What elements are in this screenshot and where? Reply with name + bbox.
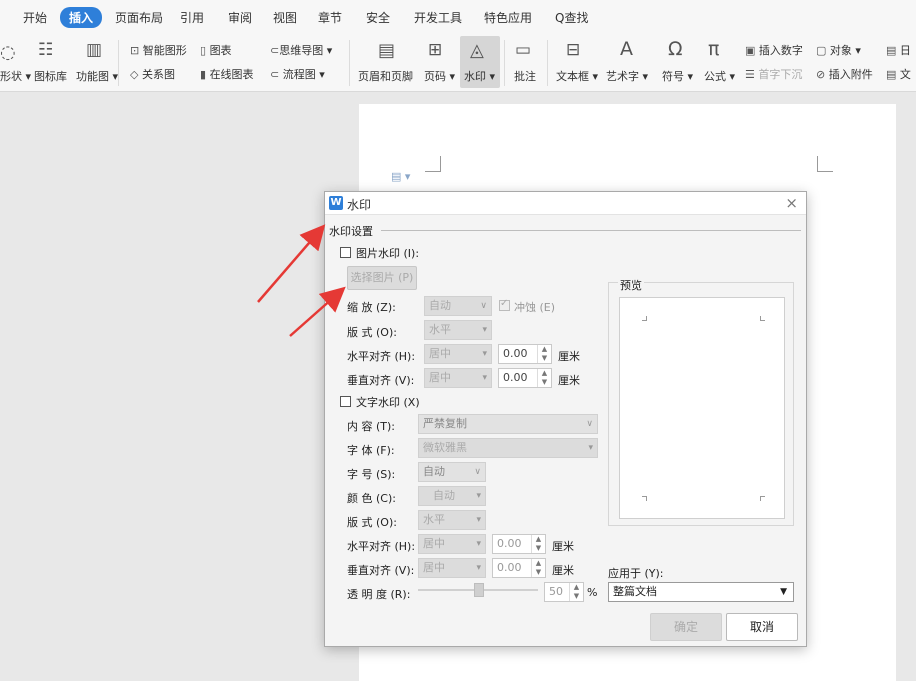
red-arrow xyxy=(257,224,326,303)
annotation-arrows xyxy=(257,224,346,337)
preview-label: 预览 xyxy=(618,277,644,293)
red-arrow xyxy=(289,286,346,337)
